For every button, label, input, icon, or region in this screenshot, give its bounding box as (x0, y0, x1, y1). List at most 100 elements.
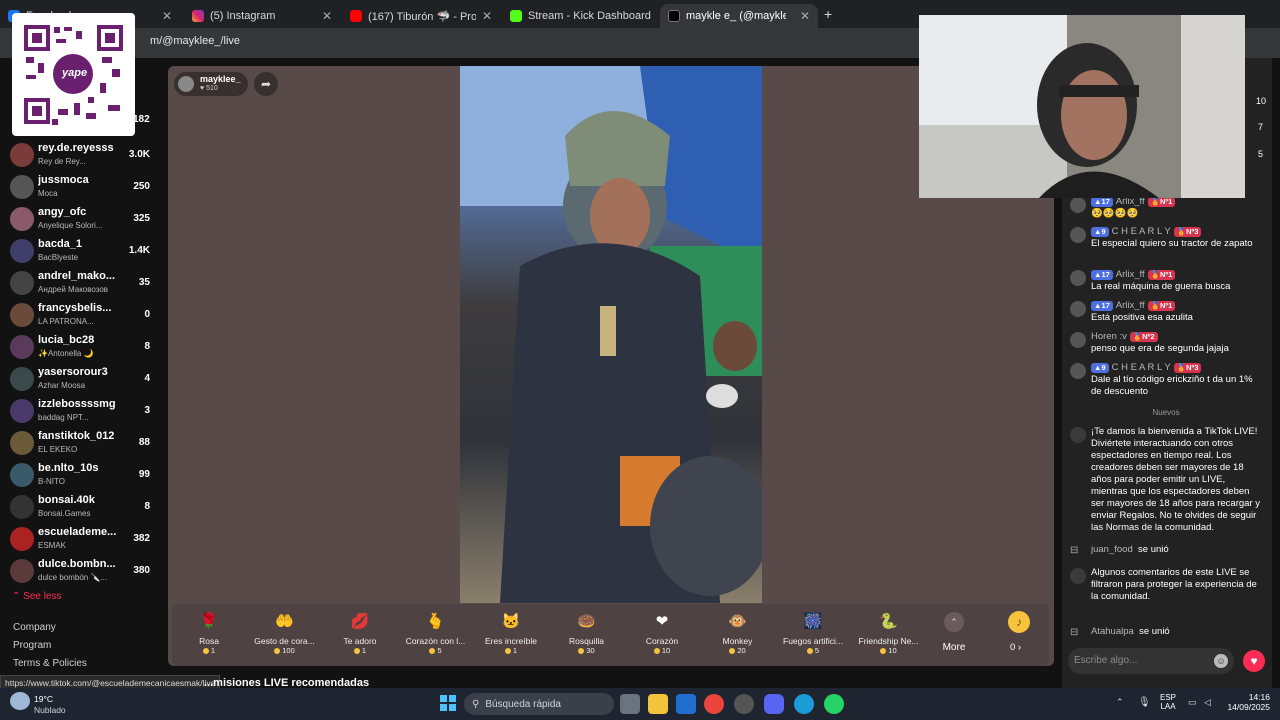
creator-item[interactable]: francysbelis... LA PATRONA... 0 (8, 300, 156, 332)
gift-item[interactable]: 🎆 Fuegos artifici... 5 (779, 610, 847, 655)
clock[interactable]: 14:16 14/09/2025 (1220, 692, 1270, 712)
microphone-icon[interactable]: 🎙 (1138, 697, 1151, 708)
gift-item[interactable]: 🤲 Gesto de cora... 100 (251, 610, 319, 655)
discord-icon[interactable] (764, 694, 784, 714)
kick-icon (510, 10, 522, 22)
gift-item[interactable]: 🫰 Corazón con l... 5 (402, 610, 470, 655)
volume-icon[interactable]: ◁ (1204, 697, 1211, 708)
gifts-more-button[interactable]: More (940, 642, 968, 653)
viewer-count: 325 (133, 213, 150, 224)
creator-item[interactable]: escuelademe... ESMAK 382 (8, 524, 156, 556)
gift-item[interactable]: 🐍 Friendship Ne... 10 (855, 610, 923, 655)
link-status-bar: https://www.tiktok.com/@escuelademecanic… (0, 675, 221, 689)
host-info[interactable]: mayklee_ ♥ 510 (174, 72, 248, 96)
creator-name: be.nlto_10s (38, 462, 99, 474)
avatar (10, 431, 34, 455)
close-icon[interactable]: ✕ (322, 9, 332, 23)
taskbar-search[interactable]: ⚲ Búsqueda rápida (464, 693, 614, 715)
chat-username[interactable]: Horen :v (1091, 331, 1127, 342)
gift-name: Eres increíble (485, 636, 537, 646)
close-icon[interactable]: ✕ (482, 9, 492, 23)
gift-icon: 🌹 (199, 613, 219, 630)
weather-desc[interactable]: Nublado (34, 705, 66, 715)
like-button[interactable]: ♥ (1243, 650, 1265, 672)
webcam-overlay (919, 15, 1245, 198)
coin-icon[interactable]: ♪ (1008, 611, 1030, 633)
chat-text: La real máquina de guerra busca (1091, 281, 1231, 292)
close-icon[interactable]: ✕ (800, 9, 810, 23)
input-language[interactable]: ESP LAA (1160, 693, 1176, 711)
taskbar (0, 688, 1280, 720)
gift-icon: ❤ (655, 613, 669, 630)
coin-balance[interactable]: 0 › (1010, 642, 1021, 653)
tab-tiktok-live[interactable]: maykle e_ (@mayklee_) está... ✕ (660, 4, 818, 28)
gift-name: Te adoro (343, 636, 377, 646)
task-view-icon[interactable] (620, 694, 640, 714)
creator-item[interactable]: be.nlto_10s B-NITO 99 (8, 460, 156, 492)
chat-username[interactable]: C H E A R L Y (1112, 226, 1171, 237)
creator-item[interactable]: rey.de.reyesss Rey de Rey... 3.0K (8, 140, 156, 172)
close-icon[interactable]: ✕ (162, 9, 172, 23)
obs-icon[interactable] (734, 694, 754, 714)
chat-username[interactable]: Arlix_ff (1116, 269, 1145, 280)
gift-price: 100 (251, 646, 319, 655)
creator-item[interactable]: bacda_1 BacBlyeste 1.4K (8, 236, 156, 268)
creator-item[interactable]: angy_ofc Anyelique Solori... 325 (8, 204, 156, 236)
tiktok-icon (1070, 427, 1086, 443)
gift-item[interactable]: 🌹 Rosa 1 (175, 610, 243, 655)
rank-badge: 🏅Nº3 (1173, 226, 1202, 237)
gift-name: Corazón (645, 636, 679, 646)
outlook-icon[interactable] (676, 694, 696, 714)
footer-link-program[interactable]: Program (13, 640, 51, 651)
chat-input[interactable]: Escribe algo... ☺ (1068, 648, 1234, 674)
gift-name: Fuegos artifici... (783, 636, 843, 646)
creator-item[interactable]: yasersorour3 Azhar Moosa 4 (8, 364, 156, 396)
viewer-count: 35 (138, 277, 150, 288)
whatsapp-icon[interactable] (824, 694, 844, 714)
weather-icon[interactable] (10, 692, 30, 710)
creator-item[interactable]: dulce.bombn... dulce bombón 🔪... 380 (8, 556, 156, 588)
footer-link-company[interactable]: Company (13, 622, 56, 633)
tab-kick[interactable]: Stream - Kick Dashboard ✕ (502, 4, 658, 28)
avatar (10, 303, 34, 327)
avatar (10, 399, 34, 423)
creator-subtitle: baddag NPT... (38, 413, 89, 422)
weather-temp[interactable]: 19°C (34, 694, 53, 704)
close-icon[interactable]: ✕ (657, 9, 658, 23)
windows-start-icon[interactable] (440, 695, 456, 711)
live-video[interactable] (460, 66, 762, 603)
viewer-count: 4 (144, 373, 150, 384)
gift-price: 5 (402, 646, 470, 655)
file-explorer-icon[interactable] (648, 694, 668, 714)
creator-item[interactable]: lucia_bc28 ✨Antonella 🌙 8 (8, 332, 156, 364)
emoji-icon[interactable]: ☺ (1214, 654, 1228, 668)
level-badge: ▲9 (1091, 226, 1109, 237)
share-button[interactable]: ➦ (254, 72, 278, 96)
edge-icon[interactable] (794, 694, 814, 714)
footer-link-terms[interactable]: Terms & Policies (13, 658, 87, 669)
creator-item[interactable]: izzlebossssmg baddag NPT... 3 (8, 396, 156, 428)
chrome-icon[interactable] (704, 694, 724, 714)
gift-icon: 🎆 (803, 613, 823, 630)
url-text[interactable]: m/@mayklee_/live (150, 35, 240, 47)
see-less-link[interactable]: ⌃ See less (12, 591, 62, 602)
tray-chevron-icon[interactable]: ⌃ (1116, 697, 1124, 708)
tab-youtube[interactable]: (167) Tiburón 🦈 - Proyecto U... ✕ (342, 4, 500, 28)
gift-item[interactable]: 💋 Te adoro 1 (326, 610, 394, 655)
creator-item[interactable]: fanstiktok_012 EL EKEKO 88 (8, 428, 156, 460)
chevron-up-icon[interactable]: ⌃ (944, 612, 964, 632)
network-icon[interactable]: ▭ (1188, 697, 1197, 708)
creator-item[interactable]: bonsai.40k Bonsai.Games 8 (8, 492, 156, 524)
gift-item[interactable]: 🐱 Eres increíble 1 (477, 610, 545, 655)
gift-item[interactable]: 🍩 Rosquilla 30 (553, 610, 621, 655)
chat-username[interactable]: C H E A R L Y (1112, 362, 1171, 373)
chat-username[interactable]: Arlix_ff (1116, 300, 1145, 311)
creator-item[interactable]: andrel_mako... Андрей Маковозов 35 (8, 268, 156, 300)
creator-item[interactable]: jussmoca Moca 250 (8, 172, 156, 204)
new-tab-button[interactable]: + (824, 6, 832, 22)
gift-item[interactable]: 🐵 Monkey 20 (704, 610, 772, 655)
gift-item[interactable]: ❤ Corazón 10 (628, 610, 696, 655)
creator-subtitle: dulce bombón 🔪... (38, 573, 108, 582)
tab-instagram[interactable]: (5) Instagram ✕ (184, 4, 340, 28)
creator-subtitle: Bonsai.Games (38, 509, 91, 518)
